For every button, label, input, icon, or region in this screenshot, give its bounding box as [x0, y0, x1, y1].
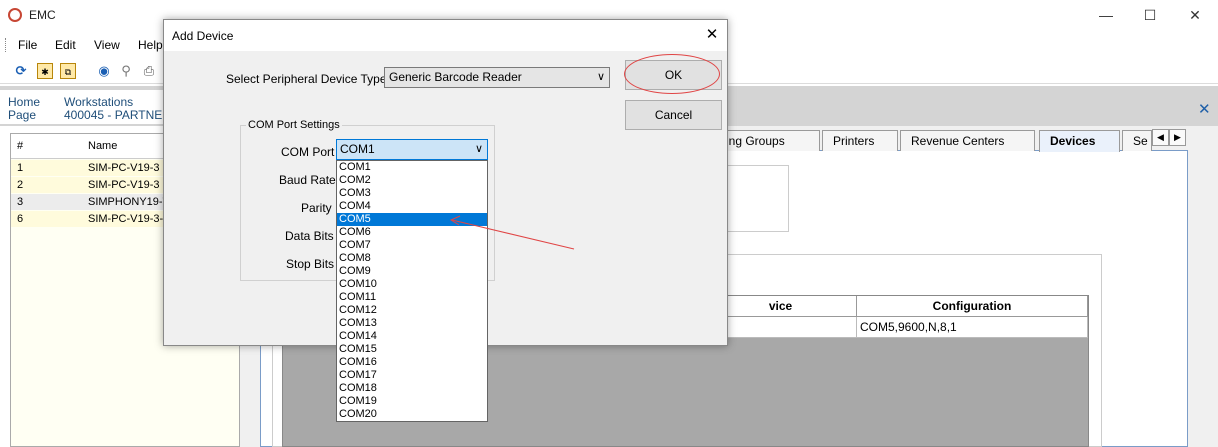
- tab-revenue-centers[interactable]: Revenue Centers: [900, 130, 1035, 151]
- maximize-icon[interactable]: ☐: [1140, 6, 1160, 24]
- com-port-option[interactable]: COM13: [337, 317, 487, 330]
- tab-scroll-left-icon[interactable]: ◀: [1152, 129, 1169, 146]
- com-port-option[interactable]: COM3: [337, 187, 487, 200]
- com-port-select[interactable]: COM1 ∨: [336, 139, 488, 160]
- com-port-option[interactable]: COM11: [337, 291, 487, 304]
- tab-devices[interactable]: Devices: [1039, 130, 1120, 152]
- row-name: SIM-PC-V19-3: [88, 179, 160, 191]
- com-port-label: COM Port: [281, 145, 335, 159]
- com-port-option[interactable]: COM1: [337, 161, 487, 174]
- minimize-icon[interactable]: —: [1096, 6, 1116, 24]
- com-port-settings-title: COM Port Settings: [246, 119, 342, 131]
- dialog-close-icon[interactable]: ✕: [703, 25, 721, 45]
- info-icon[interactable]: ◉: [96, 63, 112, 79]
- row-num: 1: [17, 162, 24, 174]
- com-port-option[interactable]: COM2: [337, 174, 487, 187]
- annotation-circle: [624, 54, 720, 94]
- chevron-down-icon: ∨: [474, 143, 483, 155]
- tab-scroll-right-icon[interactable]: ▶: [1169, 129, 1186, 146]
- com-port-option[interactable]: COM19: [337, 395, 487, 408]
- com-port-option[interactable]: COM10: [337, 278, 487, 291]
- device-type-label: Select Peripheral Device Type: [226, 72, 387, 86]
- row-name: SIMPHONY19-T: [88, 196, 170, 208]
- row-num: 3: [17, 196, 24, 208]
- row-num: 6: [17, 213, 24, 225]
- com-port-option[interactable]: COM20: [337, 408, 487, 421]
- device-type-value: Generic Barcode Reader: [389, 70, 522, 84]
- dialog-titlebar: [164, 20, 727, 51]
- com-port-option[interactable]: COM18: [337, 382, 487, 395]
- refresh-icon[interactable]: ⟳: [13, 63, 29, 79]
- com-port-option[interactable]: COM14: [337, 330, 487, 343]
- grid-header-num[interactable]: #: [17, 140, 23, 152]
- row-name: SIM-PC-V19-3: [88, 162, 160, 174]
- col-header-configuration[interactable]: Configuration: [857, 296, 1088, 317]
- cancel-button[interactable]: Cancel: [625, 100, 722, 130]
- search-icon[interactable]: ⚲: [118, 63, 134, 79]
- tab-printers[interactable]: Printers: [822, 130, 898, 151]
- com-port-option[interactable]: COM16: [337, 356, 487, 369]
- menu-view[interactable]: View: [94, 38, 120, 52]
- copy-record-icon[interactable]: ⧉: [60, 63, 76, 79]
- dialog-title: Add Device: [172, 29, 234, 43]
- com-port-option[interactable]: COM17: [337, 369, 487, 382]
- breadcrumb-record: 400045 - PARTNE: [64, 108, 163, 122]
- menu-grip: [5, 38, 7, 52]
- chevron-down-icon: ∨: [596, 71, 605, 83]
- breadcrumb-home[interactable]: Home: [8, 95, 40, 109]
- row-name: SIM-PC-V19-3-3: [88, 213, 170, 225]
- close-window-icon[interactable]: ✕: [1185, 6, 1205, 24]
- tab-partial[interactable]: Se: [1122, 130, 1152, 151]
- app-logo-icon: [8, 8, 22, 22]
- baud-rate-label: Baud Rate: [279, 173, 336, 187]
- com-port-option[interactable]: COM9: [337, 265, 487, 278]
- com-port-option[interactable]: COM12: [337, 304, 487, 317]
- tab-ordering-groups[interactable]: ing Groups: [715, 130, 820, 151]
- menu-help[interactable]: Help: [138, 38, 163, 52]
- annotation-arrow: [449, 215, 575, 250]
- close-tab-icon[interactable]: ✕: [1198, 100, 1211, 118]
- print-icon[interactable]: ⎙: [141, 63, 157, 79]
- menu-edit[interactable]: Edit: [55, 38, 76, 52]
- cell-configuration[interactable]: COM5,9600,N,8,1: [857, 317, 1088, 338]
- stop-bits-label: Stop Bits: [286, 257, 335, 271]
- data-bits-label: Data Bits: [285, 229, 334, 243]
- grid-header-name[interactable]: Name: [88, 140, 117, 152]
- breadcrumb-workstations[interactable]: Workstations: [64, 95, 133, 109]
- breadcrumb-page: Page: [8, 108, 37, 122]
- menu-file[interactable]: File: [18, 38, 37, 52]
- parity-label: Parity: [301, 201, 332, 215]
- window-title: EMC: [29, 8, 56, 22]
- new-record-icon[interactable]: ✱: [37, 63, 53, 79]
- row-num: 2: [17, 179, 24, 191]
- com-port-value: COM1: [340, 142, 375, 156]
- annotation-arrow-line: [451, 219, 575, 250]
- device-type-select[interactable]: Generic Barcode Reader ∨: [384, 67, 610, 88]
- com-port-option[interactable]: COM15: [337, 343, 487, 356]
